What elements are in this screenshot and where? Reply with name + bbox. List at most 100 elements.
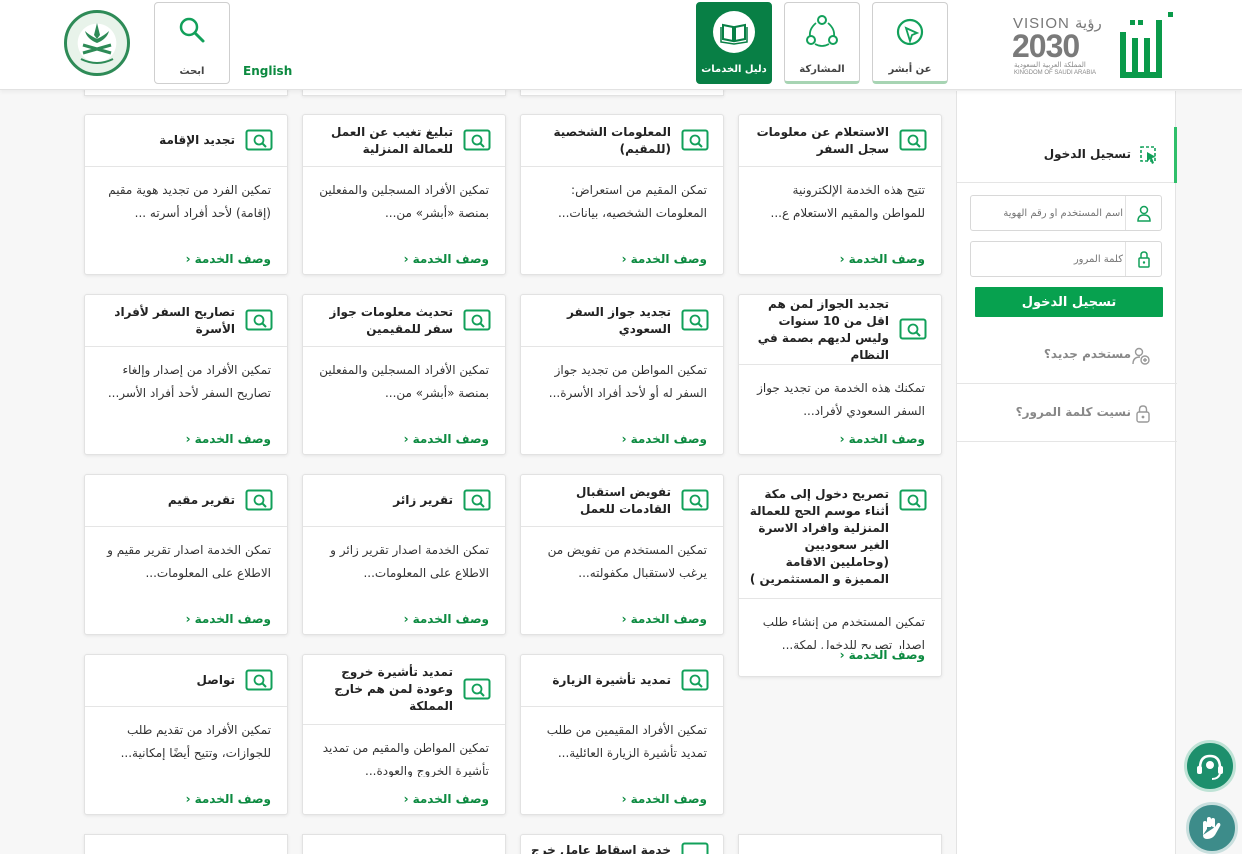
service-description: تتيح هذه الخدمة الإلكترونية للمواطن والم… <box>770 183 925 220</box>
service-description: تمكين الأفراد من إصدار وإلغاء تصاريح الس… <box>107 363 271 400</box>
service-title: تواصل <box>196 673 235 687</box>
service-card[interactable]: تحديث معلومات جواز سفر للمقيمين تمكين ال… <box>302 294 506 455</box>
service-title: تجديد الإقامة <box>159 133 235 147</box>
service-details-link[interactable]: وصف الخدمة‹ <box>186 612 271 626</box>
service-title: المعلومات الشخصية (للمقيم) <box>553 124 671 156</box>
password-field[interactable] <box>970 241 1162 277</box>
service-icon <box>463 678 491 699</box>
service-card[interactable]: تجديد الإقامة تمكين الفرد من تجديد هوية … <box>84 114 288 275</box>
service-card[interactable]: تصاريح السفر لأفراد الأسرة تمكين الأفراد… <box>84 294 288 455</box>
service-card[interactable]: تمديد تأشيرة خروج وعودة لمن هم خارج المم… <box>302 654 506 815</box>
service-details-link[interactable]: وصف الخدمة‹ <box>840 648 925 662</box>
sign-language-button[interactable] <box>1186 802 1238 854</box>
service-description: تمكين المستخدم من تفويض من يرغب لاستقبال… <box>547 543 707 580</box>
service-details-link[interactable]: وصف الخدمة‹ <box>404 432 489 446</box>
forgot-password-icon <box>1136 405 1150 423</box>
service-details-link[interactable]: وصف الخدمة‹ <box>186 432 271 446</box>
service-description: تمكين الأفراد المسجلين والمفعلين بمنصة «… <box>319 183 489 220</box>
service-card[interactable]: تقرير مقيم تمكن الخدمة اصدار تقرير مقيم … <box>84 474 288 635</box>
service-card[interactable]: المعلومات الشخصية (للمقيم) تمكن المقيم م… <box>520 114 724 275</box>
chevron-left-icon: ‹ <box>621 792 627 806</box>
service-card[interactable]: تصريح دخول إلى مكة أثناء موسم الحج للعما… <box>738 474 942 677</box>
chevron-left-icon: ‹ <box>621 252 627 266</box>
service-description: تمكين المواطن والمقيم من تمديد تأشيرة ال… <box>322 741 489 777</box>
username-input[interactable] <box>971 196 1127 230</box>
service-details-link[interactable]: وصف الخدمة‹ <box>622 432 707 446</box>
sign-language-icon <box>1203 817 1221 839</box>
chat-support-button[interactable] <box>1184 740 1236 792</box>
service-title: تصريح دخول إلى مكة أثناء موسم الحج للعما… <box>749 486 889 586</box>
nav-label: المشاركة <box>799 64 845 75</box>
service-icon <box>681 309 709 330</box>
service-details-link[interactable]: وصف الخدمة‹ <box>186 252 271 266</box>
login-sidebar: تسجيل الدخول تسجيل الدخول مستخدم جديد؟ ن… <box>956 91 1177 854</box>
service-details-link[interactable]: وصف الخدمة‹ <box>622 612 707 626</box>
service-card[interactable]: خدمة اسقاط عامل خرج <box>520 834 724 854</box>
service-title: تبليغ تغيب عن العمل للعمالة المنزلية <box>331 124 453 156</box>
service-card[interactable]: تقرير زائر تمكن الخدمة اصدار تقرير زائر … <box>302 474 506 635</box>
service-card[interactable]: تجديد جواز السفر السعودي تمكين المواطن م… <box>520 294 724 455</box>
service-details-link[interactable]: وصف الخدمة‹ <box>186 792 271 806</box>
service-details-link[interactable]: وصف الخدمة‹ <box>404 792 489 806</box>
search-button[interactable]: ابحث <box>154 2 230 84</box>
service-icon <box>463 309 491 330</box>
service-title: تصاريح السفر لأفراد الأسرة <box>114 304 235 336</box>
service-title: الاستعلام عن معلومات سجل السفر <box>756 124 889 156</box>
vision-2030-logo: VISION رؤية 2030 المملكة العربية السعودي… <box>1012 15 1102 76</box>
card-stub <box>738 834 942 854</box>
nav-about-absher[interactable]: عن أبشر <box>872 2 948 84</box>
login-button[interactable]: تسجيل الدخول <box>975 287 1163 317</box>
chevron-left-icon: ‹ <box>403 792 409 806</box>
username-field[interactable] <box>970 195 1162 231</box>
service-description: تمكين الأفراد المسجلين والمفعلين بمنصة «… <box>319 363 489 400</box>
service-description: تمكنك هذه الخدمة من تجديد جواز السفر الس… <box>757 381 925 418</box>
service-details-link[interactable]: وصف الخدمة‹ <box>840 252 925 266</box>
service-title: خدمة اسقاط عامل خرج <box>531 843 671 854</box>
english-language-link[interactable]: English <box>243 64 292 78</box>
chat-support-icon <box>1197 754 1223 780</box>
saudi-emblem-logo <box>64 10 130 76</box>
service-icon <box>899 129 927 150</box>
service-icon <box>463 489 491 510</box>
service-description: تمكن الخدمة اصدار تقرير زائر و الاطلاع ع… <box>330 543 489 580</box>
service-icon <box>681 129 709 150</box>
nav-participation[interactable]: المشاركة <box>784 2 860 84</box>
service-description: تمكن الخدمة اصدار تقرير مقيم و الاطلاع ع… <box>107 543 271 580</box>
service-card[interactable]: تمديد تأشيرة الزيارة تمكين الأفراد المقي… <box>520 654 724 815</box>
service-title: تقرير مقيم <box>167 493 235 507</box>
new-user-link[interactable]: مستخدم جديد؟ <box>957 327 1177 384</box>
password-input[interactable] <box>971 242 1127 276</box>
service-icon <box>245 489 273 510</box>
service-description: تمكن المقيم من استعراض: المعلومات الشخصي… <box>557 183 707 220</box>
chevron-left-icon: ‹ <box>185 792 191 806</box>
service-icon <box>681 669 709 690</box>
chevron-left-icon: ‹ <box>403 252 409 266</box>
about-absher-icon <box>889 11 931 53</box>
user-icon <box>1125 196 1161 230</box>
service-description: تمكين الأفراد المقيمين من طلب تمديد تأشي… <box>546 723 707 760</box>
service-card[interactable]: الاستعلام عن معلومات سجل السفر تتيح هذه … <box>738 114 942 275</box>
new-user-icon <box>1132 347 1150 365</box>
top-header: ابحث English دليل الخدمات المشاركة عن أب… <box>0 0 1242 90</box>
forgot-password-link[interactable]: نسيت كلمة المرور؟ <box>957 385 1177 442</box>
service-details-link[interactable]: وصف الخدمة‹ <box>404 612 489 626</box>
service-icon <box>463 129 491 150</box>
service-details-link[interactable]: وصف الخدمة‹ <box>622 252 707 266</box>
chevron-left-icon: ‹ <box>839 432 845 446</box>
service-details-link[interactable]: وصف الخدمة‹ <box>622 792 707 806</box>
service-description: تمكين الأفراد من تقديم طلب للجوازات، وتت… <box>120 723 271 760</box>
chevron-left-icon: ‹ <box>621 432 627 446</box>
service-card[interactable]: تجديد الجواز لمن هم اقل من 10 سنوات وليس… <box>738 294 942 455</box>
nav-services-guide[interactable]: دليل الخدمات <box>696 2 772 84</box>
new-user-label: مستخدم جديد؟ <box>1043 347 1131 361</box>
chevron-left-icon: ‹ <box>839 252 845 266</box>
active-indicator <box>1174 127 1177 183</box>
service-details-link[interactable]: وصف الخدمة‹ <box>840 432 925 446</box>
service-title: تجديد جواز السفر السعودي <box>566 304 671 336</box>
service-title: تمديد تأشيرة الزيارة <box>552 673 671 687</box>
service-details-link[interactable]: وصف الخدمة‹ <box>404 252 489 266</box>
service-card[interactable]: تفويض استقبال القادمات للعمل تمكين المست… <box>520 474 724 635</box>
service-card[interactable]: تواصل تمكين الأفراد من تقديم طلب للجوازا… <box>84 654 288 815</box>
service-card[interactable]: تبليغ تغيب عن العمل للعمالة المنزلية تمك… <box>302 114 506 275</box>
chevron-left-icon: ‹ <box>403 432 409 446</box>
